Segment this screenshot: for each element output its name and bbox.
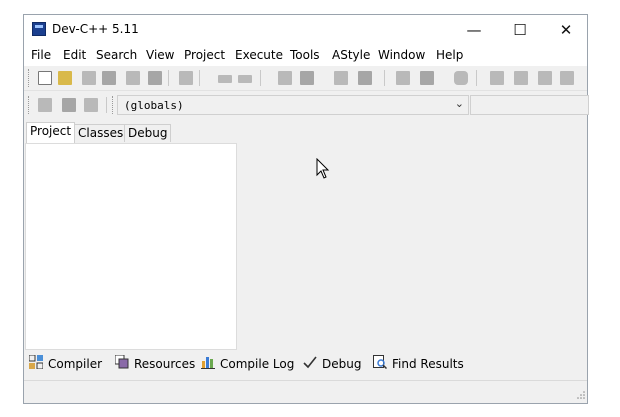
toolbar-separator [476, 70, 477, 86]
goto-line-icon[interactable] [334, 71, 348, 85]
undo-icon[interactable] [218, 75, 232, 83]
find-results-icon [373, 354, 388, 375]
scope-value: (globals) [124, 99, 184, 112]
new-file-icon[interactable] [38, 71, 52, 85]
toolbar-grip[interactable] [112, 96, 115, 114]
toolbar-separator [106, 97, 107, 113]
tab-debug-output-label: Debug [322, 357, 362, 371]
close-all-icon[interactable] [148, 71, 162, 85]
checkmark-icon [303, 355, 317, 375]
save-all-icon[interactable] [102, 71, 116, 85]
toolbar-separator [260, 70, 261, 86]
close-file-icon[interactable] [126, 71, 140, 85]
compile-log-icon [201, 355, 215, 375]
tab-resources-label: Resources [134, 357, 196, 371]
main-toolbar [24, 66, 587, 91]
open-project-icon[interactable] [58, 71, 72, 85]
menu-view[interactable]: View [146, 48, 174, 62]
tab-compile-log-label: Compile Log [220, 357, 295, 371]
run-icon[interactable] [514, 71, 528, 85]
class-toolbar: (globals) ⌄ [24, 93, 589, 117]
remove-from-project-icon[interactable] [420, 71, 434, 85]
scope-combobox[interactable]: (globals) ⌄ [117, 95, 469, 115]
toolbar-grip[interactable] [28, 69, 31, 87]
tab-debug-output[interactable]: Debug [303, 354, 361, 376]
resize-grip-icon[interactable] [576, 388, 585, 402]
menu-window[interactable]: Window [378, 48, 425, 62]
app-icon [32, 22, 46, 36]
menu-file[interactable]: File [31, 48, 51, 62]
menu-edit[interactable]: Edit [63, 48, 86, 62]
window-title: Dev-C++ 5.11 [52, 22, 139, 36]
menu-search[interactable]: Search [96, 48, 137, 62]
minimize-button[interactable]: — [451, 15, 497, 45]
bottom-panel-tabs: Compiler Resources Compile Log Debug Fin… [24, 354, 587, 376]
close-button[interactable]: ✕ [543, 15, 589, 45]
toolbar-separator [168, 70, 169, 86]
tab-resources[interactable]: Resources [114, 354, 196, 376]
tab-compile-log[interactable]: Compile Log [201, 354, 294, 376]
add-to-project-icon[interactable] [396, 71, 410, 85]
project-options-icon[interactable] [454, 71, 468, 85]
compiler-icon [28, 354, 44, 375]
toolbar-separator [199, 70, 200, 86]
tab-compiler-label: Compiler [48, 357, 103, 371]
rebuild-all-icon[interactable] [560, 71, 574, 85]
mouse-cursor-icon [316, 157, 330, 183]
menu-tools[interactable]: Tools [290, 48, 320, 62]
insert-icon[interactable] [38, 98, 52, 112]
devcpp-window: Dev-C++ 5.11 — ☐ ✕ File Edit Search View… [23, 14, 589, 404]
title-bar[interactable]: Dev-C++ 5.11 — ☐ ✕ [24, 15, 587, 45]
menu-help[interactable]: Help [436, 48, 463, 62]
toolbar-grip[interactable] [28, 96, 31, 114]
tab-classes[interactable]: Classes [74, 124, 128, 142]
status-bar [24, 380, 587, 404]
menu-astyle[interactable]: AStyle [332, 48, 370, 62]
tab-project[interactable]: Project [26, 122, 76, 143]
toggle-bookmark-icon[interactable] [62, 98, 76, 112]
project-browser-panel[interactable] [25, 143, 237, 350]
compile-run-icon[interactable] [538, 71, 552, 85]
replace-icon[interactable] [300, 71, 314, 85]
tab-compiler[interactable]: Compiler [28, 354, 103, 376]
print-icon[interactable] [179, 71, 193, 85]
find-icon[interactable] [278, 71, 292, 85]
menu-project[interactable]: Project [184, 48, 225, 62]
tab-find-results-label: Find Results [392, 357, 464, 371]
menu-bar: File Edit Search View Project Execute To… [24, 45, 587, 66]
goto-bookmark-icon[interactable] [84, 98, 98, 112]
tab-find-results[interactable]: Find Results [373, 354, 464, 376]
maximize-button[interactable]: ☐ [497, 15, 543, 45]
compile-icon[interactable] [490, 71, 504, 85]
redo-icon[interactable] [238, 75, 252, 83]
indent-icon[interactable] [358, 71, 372, 85]
menu-execute[interactable]: Execute [235, 48, 283, 62]
save-icon[interactable] [82, 71, 96, 85]
tab-debug[interactable]: Debug [124, 124, 172, 142]
chevron-down-icon[interactable]: ⌄ [455, 97, 464, 110]
resources-icon [114, 354, 129, 375]
function-combobox[interactable] [470, 95, 589, 115]
toolbar-separator [384, 70, 385, 86]
